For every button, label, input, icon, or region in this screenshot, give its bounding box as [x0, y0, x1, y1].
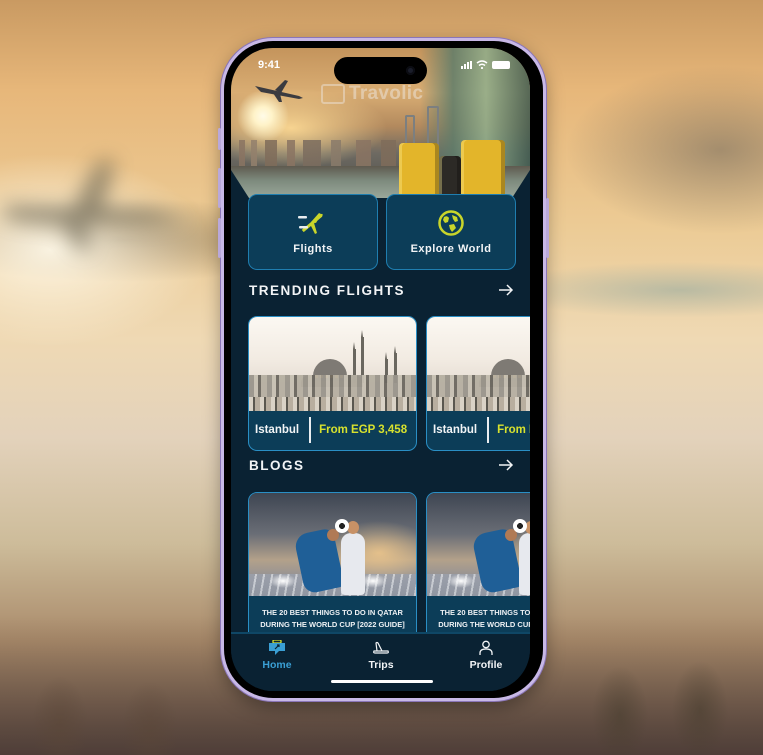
suitcase-image [399, 143, 439, 198]
phone-power-button [546, 198, 549, 258]
bottom-navigation: Home Trips Profile [231, 632, 530, 691]
explore-world-button[interactable]: Explore World [386, 194, 516, 270]
background-airplane [0, 160, 190, 250]
divider [309, 416, 312, 443]
nav-home-label: Home [262, 659, 292, 671]
flight-city: Istanbul [433, 423, 478, 436]
flight-price: From EGP 3,458 [497, 423, 530, 436]
signal-icon [461, 60, 472, 69]
blogs-title: BLOGS [249, 458, 305, 473]
nav-trips[interactable]: Trips [346, 640, 416, 671]
home-indicator[interactable] [331, 680, 433, 683]
divider [487, 416, 490, 443]
brand-logo: Travolic [321, 81, 423, 107]
stadium-light [447, 574, 475, 588]
trending-flights-title: TRENDING FLIGHTS [249, 283, 405, 298]
brand-logo-icon [321, 84, 345, 104]
battery-icon [492, 60, 510, 69]
suitcase-handle [405, 115, 415, 143]
airplane-icon [298, 213, 323, 234]
flight-info: Istanbul From EGP 3,458 [249, 409, 416, 450]
flights-label: Flights [293, 243, 333, 255]
nav-home[interactable]: Home [242, 640, 312, 671]
hero-airplane-icon [255, 80, 303, 102]
nav-trips-label: Trips [368, 659, 394, 671]
flight-info: Istanbul From EGP 3,458 [427, 409, 530, 450]
player-white [519, 533, 530, 595]
suitcase-image [439, 156, 461, 198]
blog-image [249, 493, 416, 596]
explore-world-label: Explore World [410, 243, 492, 255]
flight-price: From EGP 3,458 [319, 423, 408, 436]
blog-card[interactable]: THE 20 BEST THINGS TO DO IN QATAR DURING… [426, 492, 530, 642]
soccer-ball-icon [513, 519, 527, 533]
nav-profile[interactable]: Profile [451, 640, 521, 671]
wifi-icon [476, 60, 488, 69]
status-icons [461, 60, 510, 69]
flights-button[interactable]: Flights [248, 194, 378, 270]
status-time: 9:41 [258, 59, 281, 71]
home-icon [269, 640, 285, 655]
trending-flight-card[interactable]: Istanbul From EGP 3,458 [426, 316, 530, 451]
trips-icon [373, 641, 389, 654]
blog-image [427, 493, 530, 596]
trending-flights-see-all-arrow-icon[interactable] [498, 283, 514, 297]
suitcase-handle [427, 106, 439, 146]
phone-frame: Travolic 9:41 Flights Explore World TREN… [218, 38, 549, 701]
flight-destination-image [249, 317, 416, 411]
camera [406, 66, 415, 75]
flight-destination-image [427, 317, 530, 411]
blogs-see-all-arrow-icon[interactable] [498, 458, 514, 472]
phone-action-button [218, 128, 221, 150]
dynamic-island [334, 57, 427, 84]
flight-city: Istanbul [255, 423, 300, 436]
blog-card[interactable]: THE 20 BEST THINGS TO DO IN QATAR DURING… [248, 492, 417, 642]
soccer-ball-icon [335, 519, 349, 533]
phone-volume-up [218, 168, 221, 208]
stadium-light [269, 574, 297, 588]
profile-icon [479, 640, 493, 655]
trending-flight-card[interactable]: Istanbul From EGP 3,458 [248, 316, 417, 451]
suitcase-image [461, 140, 505, 198]
player-white [341, 533, 365, 595]
brand-name: Travolic [349, 83, 424, 104]
nav-profile-label: Profile [469, 659, 503, 671]
app-screen: Travolic 9:41 Flights Explore World TREN… [231, 48, 530, 691]
phone-volume-down [218, 218, 221, 258]
globe-icon [438, 210, 464, 236]
